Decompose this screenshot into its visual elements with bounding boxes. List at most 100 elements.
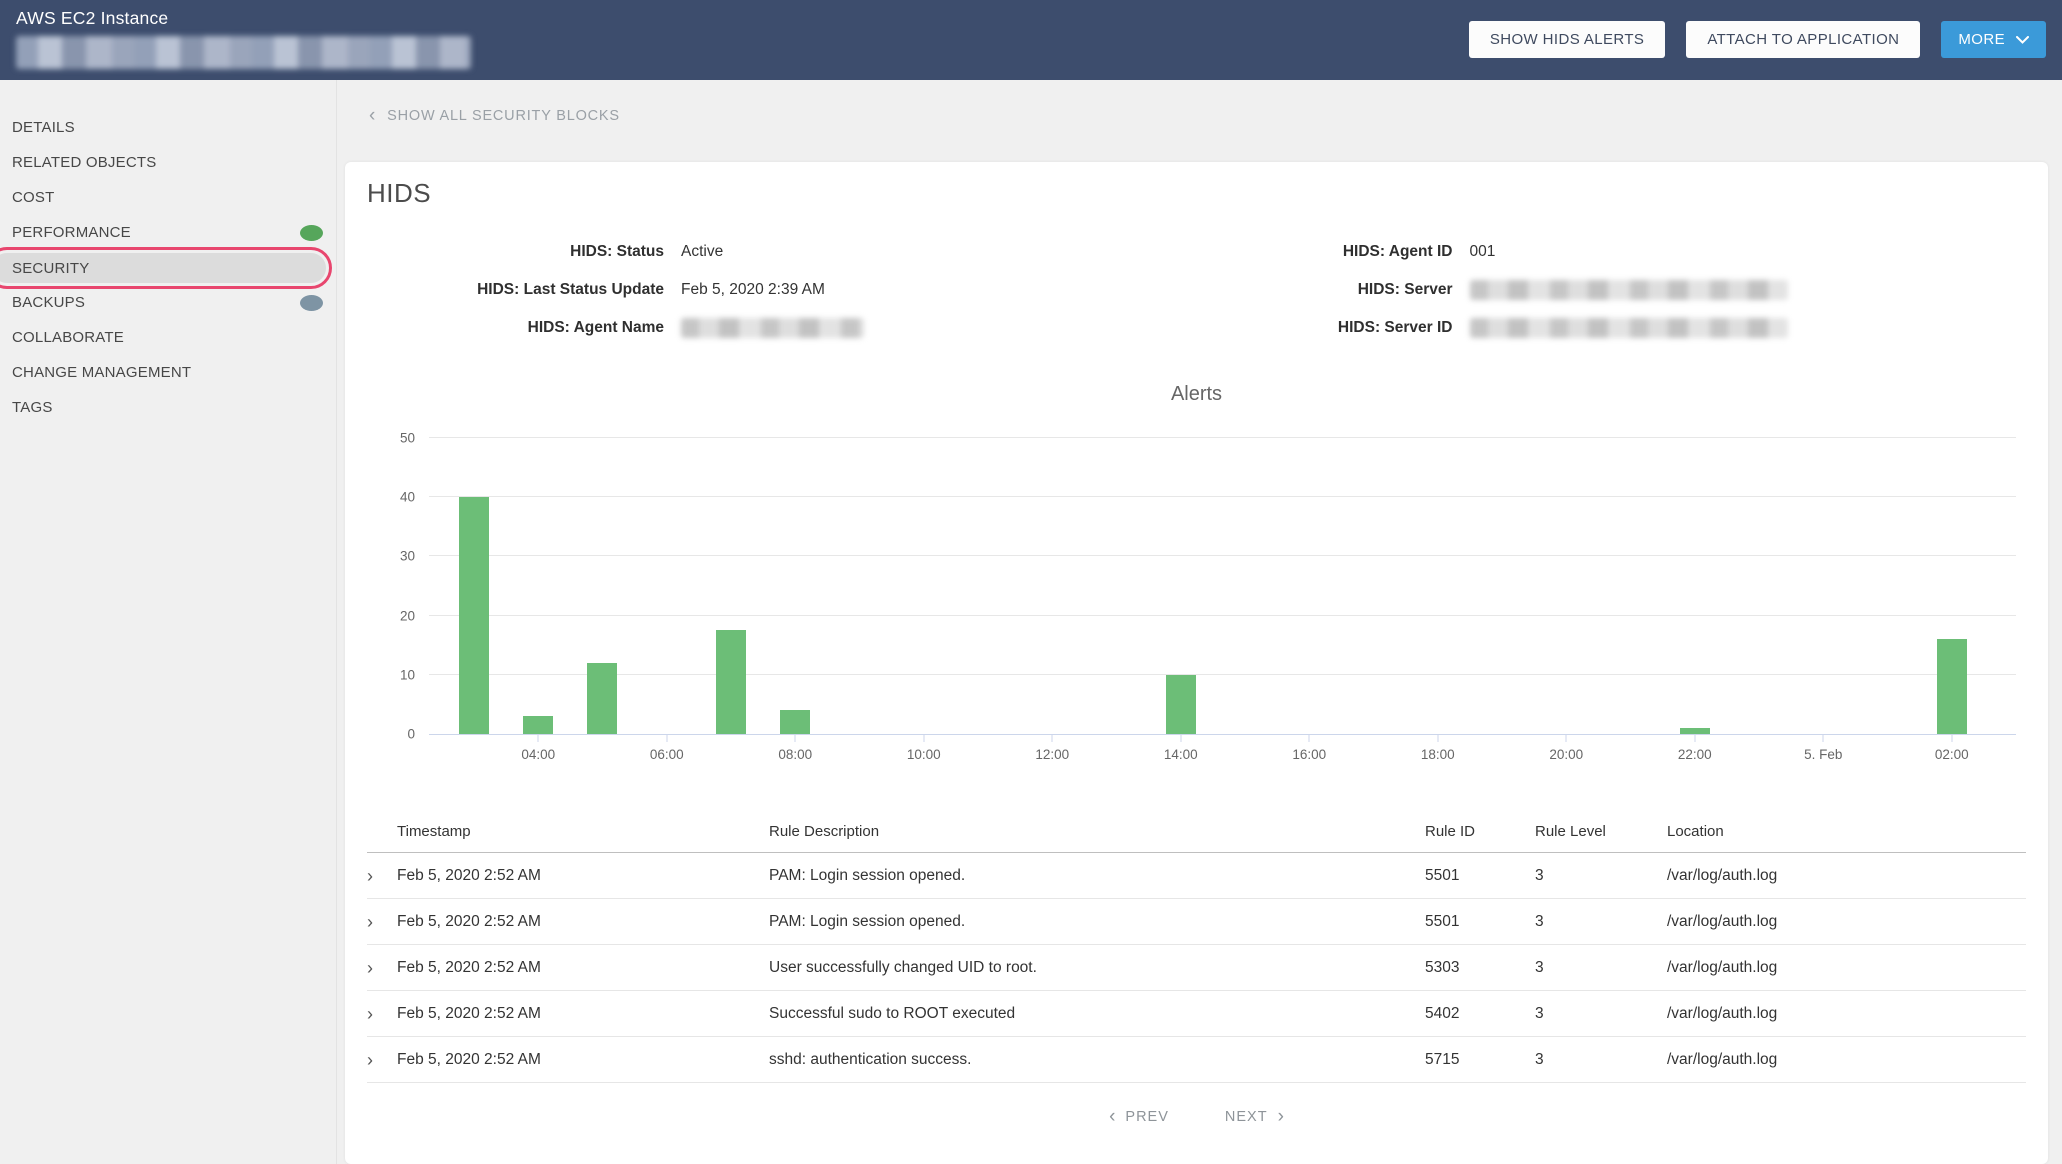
sidebar-item-related-objects[interactable]: RELATED OBJECTS [0,145,336,180]
x-axis-tick-label: 02:00 [1934,747,1969,762]
cell-rule-level: 3 [1535,1004,1544,1022]
more-button[interactable]: MORE [1941,21,2046,58]
expand-row-icon[interactable]: › [367,913,397,931]
x-axis-tick-mark [1694,735,1696,742]
cell-rule-description: PAM: Login session opened. [769,866,966,884]
alerts-table: Timestamp Rule Description Rule ID Rule Lev… [367,811,2026,1083]
next-page-button[interactable]: NEXT › [1224,1106,1284,1127]
hids-panel: HIDS HIDS: Status Active HIDS: Last Status… [345,162,2048,1164]
sidebar-item-performance[interactable]: PERFORMANCE [0,215,336,250]
sidebar-item-security[interactable]: SECURITY [0,246,336,290]
more-button-label: MORE [1958,31,2005,48]
alert-bar[interactable] [1936,639,1967,734]
cell-timestamp: Feb 5, 2020 2:52 AM [397,1004,541,1022]
sidebar-item-label: TAGS [12,399,53,416]
table-row[interactable]: › Feb 5, 2020 2:52 AM Successful sudo to R… [367,991,2026,1037]
table-row[interactable]: › Feb 5, 2020 2:52 AM PAM: Login session o… [367,853,2026,899]
sidebar-item-tags[interactable]: TAGS [0,390,336,425]
table-row[interactable]: › Feb 5, 2020 2:52 AM PAM: Login session o… [367,899,2026,945]
x-axis-tick-mark [923,735,925,742]
alert-bar[interactable] [780,710,811,734]
page-title: AWS EC2 Instance [16,8,169,28]
alert-bar[interactable] [715,630,746,734]
x-axis-tick-label: 18:00 [1420,747,1455,762]
expand-row-icon[interactable]: › [367,959,397,977]
hids-fields-right: HIDS: Agent ID 001 HIDS: Server HIDS: Serve… [1197,233,2027,347]
redacted-value [1469,280,1788,300]
prev-page-button[interactable]: ‹ PREV [1109,1107,1169,1126]
attach-to-application-button[interactable]: ATTACH TO APPLICATION [1686,21,1921,58]
x-axis-tick-mark [666,735,668,742]
sidebar-item-details[interactable]: DETAILS [0,110,336,145]
alert-bar[interactable] [587,662,618,734]
sidebar-item-label: DETAILS [12,119,75,136]
cell-rule-description: sshd: authentication success. [769,1050,972,1068]
chevron-left-icon: ‹ [369,105,377,126]
sidebar-item-cost[interactable]: COST [0,180,336,215]
field-value: Active [681,243,724,260]
field-row-hids-server: HIDS: Server [1197,271,2027,309]
cell-rule-level: 3 [1535,958,1544,976]
x-axis-tick-mark [537,735,539,742]
chart-gridline [429,496,2016,498]
cell-rule-level: 3 [1535,1050,1544,1068]
field-row-hids-server-id: HIDS: Server ID [1197,309,2027,347]
sidebar-item-change-management[interactable]: CHANGE MANAGEMENT [0,355,336,390]
cell-timestamp: Feb 5, 2020 2:52 AM [397,958,541,976]
show-all-security-blocks-link[interactable]: ‹ SHOW ALL SECURITY BLOCKS [369,105,620,126]
field-label: HIDS: Server ID [1337,319,1453,336]
cell-location: /var/log/auth.log [1667,958,1778,976]
x-axis-tick-mark [1180,735,1182,742]
cell-location: /var/log/auth.log [1667,866,1778,884]
main-layout: DETAILS RELATED OBJECTS COST PERFORMANCE SEC… [0,80,2062,1164]
x-axis-tick-mark [1822,735,1824,742]
redacted-instance-name [16,36,471,69]
hids-fields: HIDS: Status Active HIDS: Last Status Upda… [367,233,2026,347]
cell-timestamp: Feb 5, 2020 2:52 AM [397,1050,541,1068]
sidebar-item-label: BACKUPS [12,294,86,311]
chart-gridline [429,614,2016,616]
field-label: HIDS: Agent Name [527,319,664,336]
cell-timestamp: Feb 5, 2020 2:52 AM [397,866,541,884]
column-header-timestamp: Timestamp [397,823,471,840]
field-row-hids-agent-id: HIDS: Agent ID 001 [1197,233,2027,271]
cell-location: /var/log/auth.log [1667,912,1778,930]
x-axis-tick-mark [1437,735,1439,742]
next-page-label: NEXT [1224,1109,1268,1125]
hids-fields-left: HIDS: Status Active HIDS: Last Status Upda… [367,233,1197,347]
show-hids-alerts-button[interactable]: SHOW HIDS ALERTS [1468,21,1666,58]
column-header-rule-id: Rule ID [1425,823,1476,840]
chevron-right-icon: › [1277,1106,1284,1127]
expand-row-icon[interactable]: › [367,867,397,885]
x-axis-tick-label: 16:00 [1292,747,1327,762]
expand-row-icon[interactable]: › [367,1005,397,1023]
chevron-down-icon [2016,35,2029,44]
x-axis-tick-label: 14:00 [1163,747,1198,762]
column-header-location: Location [1667,823,1724,840]
cell-rule-description: PAM: Login session opened. [769,912,966,930]
y-axis-tick-label: 0 [407,726,415,742]
chart-gridline [429,437,2016,438]
alert-bar[interactable] [1679,728,1710,734]
alert-bar[interactable] [458,497,489,734]
field-value: 001 [1469,243,1496,260]
expand-row-icon[interactable]: › [367,1051,397,1069]
chart-x-axis: 04:00 06:00 08:00 10:00 12:00 14:00 16:00 18:00… [429,735,2016,771]
alert-bar[interactable] [1165,674,1196,734]
cell-rule-level: 3 [1535,912,1544,930]
sidebar-item-collaborate[interactable]: COLLABORATE [0,320,336,355]
table-row[interactable]: › Feb 5, 2020 2:52 AM User successfully ch… [367,945,2026,991]
table-row[interactable]: › Feb 5, 2020 2:52 AM sshd: authentication… [367,1037,2026,1083]
table-pagination: ‹ PREV NEXT › [367,1083,2026,1145]
x-axis-tick-label: 06:00 [649,747,684,762]
cell-rule-id: 5501 [1425,912,1460,930]
chart-plot-area: 0 10 20 30 40 50 [400,431,2016,742]
alert-bar[interactable] [523,716,554,734]
cell-location: /var/log/auth.log [1667,1004,1778,1022]
x-axis-tick-label: 08:00 [778,747,813,762]
sidebar-item-backups[interactable]: BACKUPS [0,285,336,320]
header-actions: SHOW HIDS ALERTS ATTACH TO APPLICATION M… [1468,0,2046,80]
cell-rule-description: Successful sudo to ROOT executed [769,1004,1016,1022]
status-dot [300,224,323,241]
x-axis-tick-mark [794,735,796,742]
